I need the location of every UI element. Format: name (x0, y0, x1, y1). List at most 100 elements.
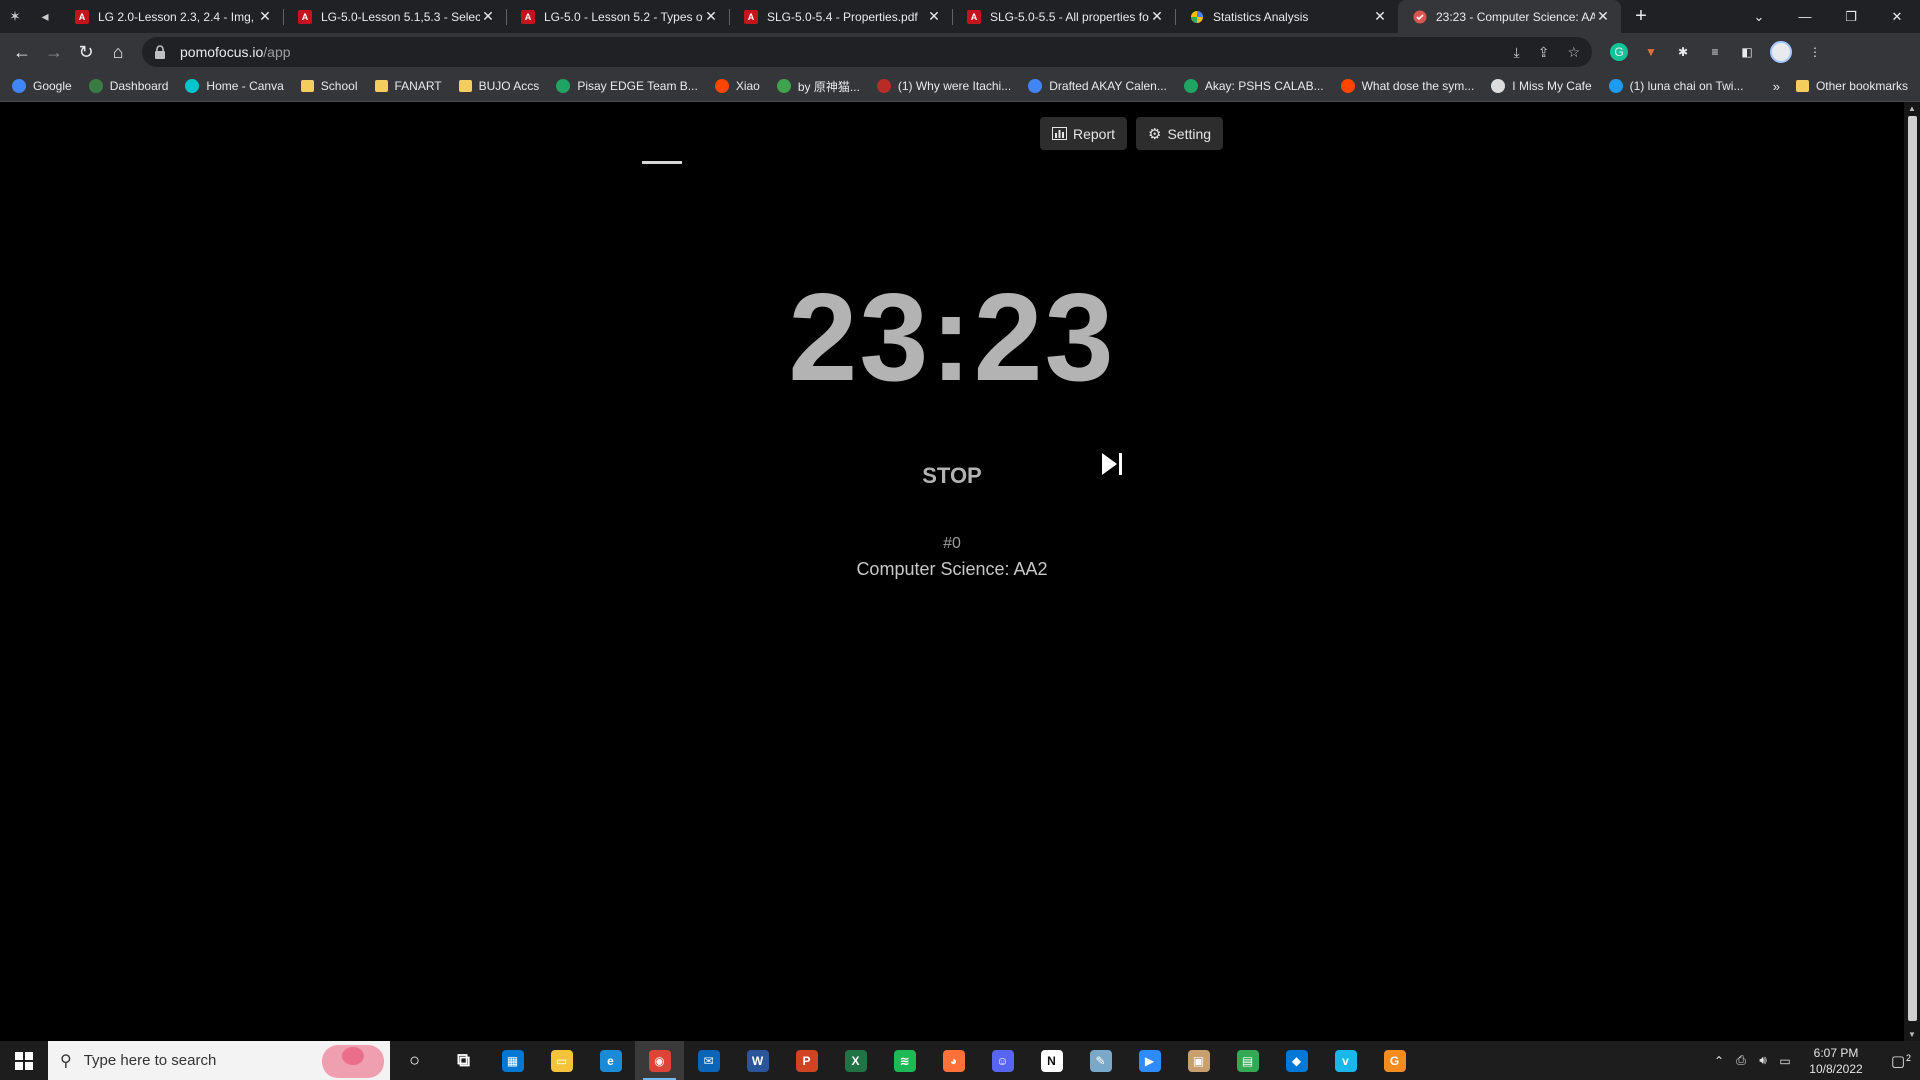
tab-close-icon[interactable]: ✕ (926, 8, 942, 25)
task-view-taskbar-button[interactable]: ⧉ (439, 1041, 488, 1080)
bookmark-item[interactable]: Drafted AKAY Calen... (1028, 79, 1167, 93)
bookmark-star-icon[interactable]: ☆ (1567, 44, 1580, 61)
chrome-taskbar-button[interactable]: ◉ (635, 1041, 684, 1080)
back-button[interactable]: ← (6, 36, 38, 68)
bookmark-item[interactable]: FANART (374, 79, 442, 93)
spotify-taskbar-button[interactable]: ≋ (880, 1041, 929, 1080)
skip-button[interactable] (1096, 447, 1128, 481)
bookmark-item[interactable]: Google (12, 79, 72, 93)
sheets-taskbar-button[interactable]: ▤ (1223, 1041, 1272, 1080)
skip-next-icon (1102, 453, 1122, 475)
install-app-icon[interactable]: ⤓ (1514, 44, 1520, 61)
browser-tab-active[interactable]: 23:23 - Computer Science: AA ✕ (1398, 0, 1621, 33)
browser-tab[interactable]: A SLG-5.0-5.4 - Properties.pdf ✕ (729, 0, 952, 33)
setting-button[interactable]: ⚙ Setting (1136, 117, 1224, 150)
browser-tab[interactable]: A SLG-5.0-5.5 - All properties fo ✕ (952, 0, 1175, 33)
tab-close-icon[interactable]: ✕ (1595, 8, 1611, 25)
browser-tab[interactable]: A LG 2.0-Lesson 2.3, 2.4 - Img, a ✕ (60, 0, 283, 33)
share-icon[interactable]: ⇪ (1538, 44, 1550, 61)
scrollbar-thumb[interactable] (1908, 116, 1917, 1021)
bookmark-item[interactable]: Akay: PSHS CALAB... (1183, 79, 1324, 93)
system-clock[interactable]: 6:07 PM 10/8/2022 (1796, 1045, 1876, 1077)
bookmark-item[interactable]: Dashboard (88, 79, 168, 93)
report-button[interactable]: Report (1040, 117, 1128, 150)
show-hidden-icons-chevron-icon[interactable]: ⌃ (1708, 1054, 1730, 1068)
cortana-taskbar-button[interactable]: ○ (390, 1041, 439, 1080)
browser-tab[interactable]: A LG-5.0 - Lesson 5.2 - Types of ✕ (506, 0, 729, 33)
discord-taskbar-button[interactable]: ☺ (978, 1041, 1027, 1080)
stop-button[interactable]: STOP (890, 452, 1014, 500)
side-panel-icon[interactable]: ◧ (1738, 43, 1756, 61)
extensions-puzzle-icon[interactable]: ✱ (1674, 43, 1692, 61)
pinned-tab[interactable]: ✶ (0, 0, 30, 33)
file-explorer-taskbar-button[interactable]: ▭ (537, 1041, 586, 1080)
media-controls-icon[interactable]: ≡ (1706, 43, 1724, 61)
grammarly-extension-icon[interactable]: G (1610, 43, 1628, 61)
restore-button[interactable]: ❐ (1828, 0, 1874, 33)
home-button[interactable]: ⌂ (102, 36, 134, 68)
reload-button[interactable]: ↻ (70, 36, 102, 68)
tab-close-icon[interactable]: ✕ (480, 8, 496, 25)
volume-icon[interactable]: 🔊︎ (1752, 1053, 1774, 1068)
docs-icon (1028, 79, 1043, 93)
forward-button[interactable]: → (38, 36, 70, 68)
network-icon[interactable]: ▭ (1774, 1054, 1796, 1068)
bookmark-label: Home - Canva (206, 79, 284, 93)
tab-close-icon[interactable]: ✕ (257, 8, 273, 25)
start-button[interactable] (0, 1041, 48, 1080)
muted-tab[interactable]: ◂ (30, 0, 60, 33)
bookmark-item[interactable]: What dose the sym... (1340, 79, 1474, 93)
notion-taskbar-button[interactable]: N (1027, 1041, 1076, 1080)
bookmark-item[interactable]: Home - Canva (185, 79, 284, 93)
paint-taskbar-button[interactable]: ✎ (1076, 1041, 1125, 1080)
browser-tab[interactable]: A LG-5.0-Lesson 5.1,5.3 - Selectd ✕ (283, 0, 506, 33)
excel-taskbar-button[interactable]: X (831, 1041, 880, 1080)
tab-close-icon[interactable]: ✕ (1149, 8, 1165, 25)
bookmark-item[interactable]: (1) luna chai on Twi... (1608, 79, 1743, 93)
vscode-taskbar-button[interactable]: ◆ (1272, 1041, 1321, 1080)
tab-close-icon[interactable]: ✕ (703, 8, 719, 25)
browser-tab[interactable]: Statistics Analysis ✕ (1175, 0, 1398, 33)
bookmark-item[interactable]: Pisay EDGE Team B... (556, 79, 698, 93)
store-icon: ▦ (501, 1049, 524, 1072)
powerpoint-taskbar-button[interactable]: P (782, 1041, 831, 1080)
bookmarks-overflow-button[interactable]: » (1773, 79, 1780, 94)
profile-avatar[interactable] (1770, 41, 1792, 63)
address-bar[interactable]: pomofocus.io/app ⤓ ⇪ ☆ (142, 37, 1592, 67)
zoom-taskbar-button[interactable]: ▶ (1125, 1041, 1174, 1080)
orange-app-taskbar-button[interactable]: G (1370, 1041, 1419, 1080)
other-bookmarks-folder[interactable]: Other bookmarks (1795, 79, 1908, 93)
bookmark-label: Pisay EDGE Team B... (577, 79, 698, 93)
taskbar-search-box[interactable]: ⚲ Type here to search (48, 1041, 390, 1080)
taskbar-apps: ○ ⧉ ▦ ▭ e ◉ ✉ W P X ≋ ◕ ☺ N ✎ ▶ ▣ ▤ ◆ v G (390, 1041, 1419, 1080)
minimize-button[interactable]: — (1782, 0, 1828, 33)
bookmark-item[interactable]: School (300, 79, 358, 93)
cup-extension-icon[interactable]: ▼ (1642, 43, 1660, 61)
bookmark-item[interactable]: I Miss My Cafe (1491, 79, 1592, 93)
bookmark-item[interactable]: by 原神猫... (776, 78, 860, 95)
mail-taskbar-button[interactable]: ✉ (684, 1041, 733, 1080)
bookmark-item[interactable]: (1) Why were Itachi... (876, 79, 1011, 93)
current-task-name[interactable]: Computer Science: AA2 (0, 559, 1904, 580)
gallery-taskbar-button[interactable]: ▣ (1174, 1041, 1223, 1080)
tab-close-icon[interactable]: ✕ (1372, 8, 1388, 25)
scroll-up-arrow-icon[interactable]: ▲ (1907, 104, 1917, 113)
tab-search-button[interactable]: ⌄ (1736, 0, 1782, 33)
scroll-down-arrow-icon[interactable]: ▼ (1907, 1030, 1917, 1039)
tab-title: SLG-5.0-5.4 - Properties.pdf (767, 9, 918, 24)
page-scrollbar[interactable]: ▲ ▼ (1904, 102, 1920, 1041)
store-taskbar-button[interactable]: ▦ (488, 1041, 537, 1080)
pdf-icon: A (743, 9, 759, 25)
meet-now-icon[interactable]: ⎙ (1730, 1053, 1752, 1068)
gallery-icon: ▣ (1187, 1049, 1210, 1072)
vimeo-taskbar-button[interactable]: v (1321, 1041, 1370, 1080)
kebab-menu-icon[interactable]: ⋮ (1806, 43, 1824, 61)
action-center-button[interactable]: ▢ 2 (1876, 1052, 1920, 1070)
bookmark-item[interactable]: BUJO Accs (458, 79, 539, 93)
bookmark-item[interactable]: Xiao (714, 79, 760, 93)
edge-taskbar-button[interactable]: e (586, 1041, 635, 1080)
new-tab-button[interactable]: + (1621, 0, 1661, 33)
close-window-button[interactable]: ✕ (1874, 0, 1920, 33)
word-taskbar-button[interactable]: W (733, 1041, 782, 1080)
firefox-taskbar-button[interactable]: ◕ (929, 1041, 978, 1080)
